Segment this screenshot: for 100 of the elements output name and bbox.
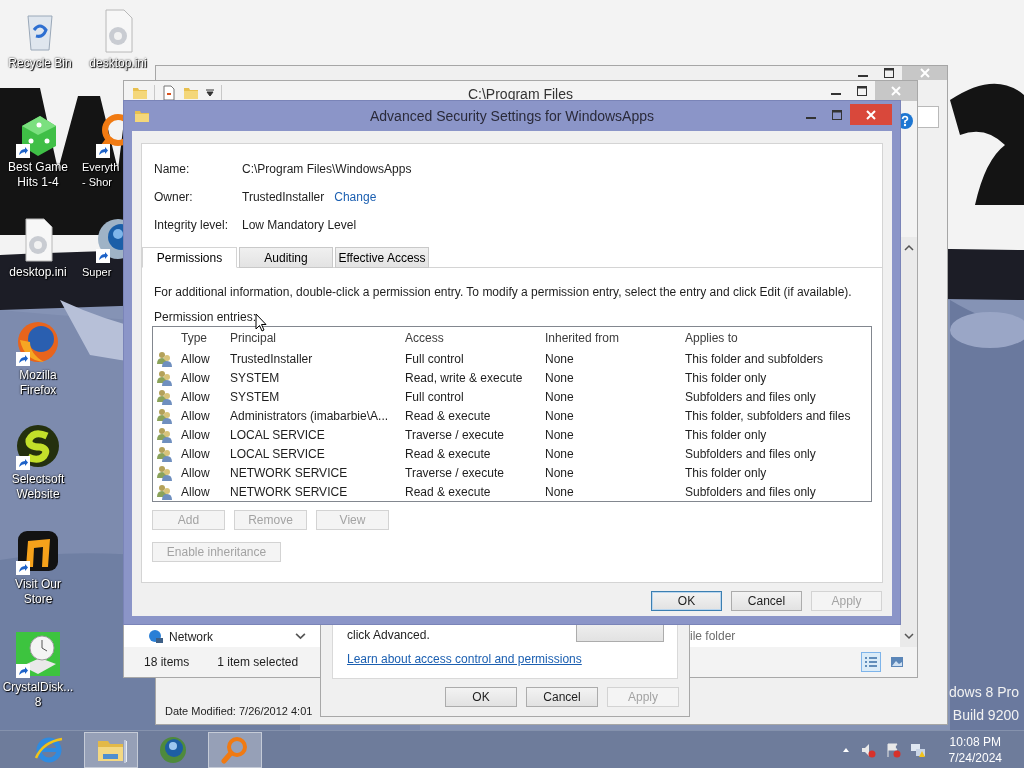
table-cell-text: Allow <box>180 465 211 480</box>
table-cell-text: NETWORK SERVICE <box>229 465 349 480</box>
table-cell-text: Allow <box>180 446 211 461</box>
field-value: Low Mandatory Level <box>242 218 357 232</box>
network-icon <box>148 629 164 645</box>
tab[interactable]: Auditing <box>239 247 333 268</box>
users-icon <box>157 388 173 405</box>
taskbar-button[interactable] <box>208 731 262 768</box>
table-cell-text: TrustedInstaller <box>229 351 314 366</box>
new-folder-icon <box>183 85 199 101</box>
table-cell-text: None <box>544 351 575 366</box>
table-cell-text: Traverse / execute <box>404 465 505 480</box>
help-link[interactable]: Learn about access control and permissions <box>347 652 582 666</box>
close-icon <box>891 86 901 96</box>
table-cell-text: Full control <box>404 351 465 366</box>
info-text: For additional information, double-click a permission entry. To modify a permission entry, select the entry and click Edit (if available). <box>153 285 853 299</box>
desktop-shortcut[interactable]: Recycle Bin <box>2 6 78 71</box>
tab[interactable]: Permissions <box>142 247 237 268</box>
folder-icon <box>134 108 150 124</box>
users-icon <box>157 464 173 481</box>
column-header[interactable]: Principal <box>228 331 403 345</box>
users-icon <box>157 445 173 462</box>
table-cell-text: NETWORK SERVICE <box>229 484 349 499</box>
table-cell-text: None <box>544 446 575 461</box>
dialog-button[interactable]: OK <box>651 591 722 611</box>
desktop-shortcut[interactable]: CrystalDisk... 8 <box>0 630 76 710</box>
table-cell-text: Allow <box>180 408 211 423</box>
desktop-shortcut[interactable]: desktop.ini <box>80 6 156 71</box>
close-button[interactable] <box>850 104 892 125</box>
close-icon <box>866 109 876 120</box>
swirl-logo-icon <box>14 422 62 470</box>
dialog-button[interactable]: Cancel <box>731 591 802 611</box>
table-cell-text: This folder only <box>684 370 768 385</box>
table-cell-text: None <box>544 370 575 385</box>
table-cell-text: Read & execute <box>404 484 492 499</box>
table-cell-text: Read & execute <box>404 446 492 461</box>
details-view-button[interactable] <box>861 652 881 672</box>
table-cell-text: Traverse / execute <box>404 427 505 442</box>
dialog-button[interactable]: Cancel <box>526 687 598 707</box>
table-cell-text: None <box>544 427 575 442</box>
users-icon <box>157 350 173 367</box>
field-label: Integrity level: <box>154 218 230 232</box>
scroll-down-icon[interactable] <box>903 631 914 641</box>
minimize-icon <box>858 75 868 77</box>
table-cell-text: This folder only <box>684 427 768 442</box>
table-cell-text: Allow <box>180 484 211 499</box>
table-cell-text: Allow <box>180 427 211 442</box>
network-icon[interactable] <box>909 741 926 758</box>
clock-date[interactable]: 7/24/2024 <box>948 749 1002 766</box>
desktop-shortcut[interactable]: Visit Our Store <box>0 527 76 607</box>
field-label: Name: <box>154 162 191 176</box>
column-header[interactable]: Inherited from <box>543 331 683 345</box>
maximize-icon <box>832 109 842 120</box>
table-cell-text: This folder and subfolders <box>684 351 825 366</box>
table-cell-text: Full control <box>404 389 465 404</box>
field-value: TrustedInstaller <box>242 190 325 204</box>
clock-time[interactable]: 10:08 PM <box>949 733 1001 750</box>
column-header[interactable]: Type <box>179 331 228 345</box>
column-header[interactable]: Applies to <box>683 331 871 345</box>
table-cell-text: Read & execute <box>404 408 492 423</box>
window-title: C:\Program Files <box>468 85 573 102</box>
users-icon <box>157 407 173 424</box>
taskbar-button[interactable] <box>84 731 138 768</box>
desktop-shortcut[interactable]: Best Game Hits 1-4 <box>0 110 76 190</box>
table-cell-text: This folder only <box>684 465 768 480</box>
folder-icon <box>132 85 148 101</box>
table-cell-text: None <box>544 408 575 423</box>
edition-text: dows 8 Pro <box>948 684 1019 701</box>
table-cell: ile folder <box>690 629 736 643</box>
maximize-icon <box>857 86 867 96</box>
nav-item[interactable]: Network <box>148 629 213 645</box>
table-cell-text: Allow <box>180 370 211 385</box>
table-cell-text: SYSTEM <box>229 370 281 385</box>
table-cell-text: None <box>544 389 575 404</box>
section-label: Permission entries: <box>153 310 257 324</box>
table-cell-text: None <box>544 465 575 480</box>
minimize-icon <box>831 93 841 95</box>
chevron-down-icon[interactable] <box>295 630 306 642</box>
build-text: Build 9200 <box>952 707 1019 724</box>
table-cell-text: Administrators (imabarbie\A... <box>229 408 390 423</box>
change-link[interactable]: Change <box>334 190 377 204</box>
disk-clock-icon <box>14 630 62 678</box>
tab[interactable]: Effective Access <box>335 247 429 268</box>
table-cell-text: This folder, subfolders and files <box>684 408 852 423</box>
document-icon[interactable] <box>161 85 177 101</box>
table-cell-text: Subfolders and files only <box>684 389 817 404</box>
window-title: Advanced Security Settings for WindowsApps <box>370 107 654 124</box>
table-cell-text: None <box>544 484 575 499</box>
desktop-shortcut[interactable]: desktop.ini <box>0 215 76 280</box>
users-icon <box>157 483 173 500</box>
scroll-up-icon[interactable] <box>903 243 914 253</box>
hint-text: click Advanced. <box>347 628 430 642</box>
caret-icon[interactable] <box>205 88 215 98</box>
flag-icon[interactable] <box>884 741 901 758</box>
column-header[interactable]: Access <box>403 331 543 345</box>
table-cell-text: SYSTEM <box>229 389 281 404</box>
list-icon <box>864 655 878 669</box>
table-cell-text: LOCAL SERVICE <box>229 446 326 461</box>
maximize-icon <box>884 68 894 78</box>
dialog-button[interactable]: OK <box>445 687 517 707</box>
